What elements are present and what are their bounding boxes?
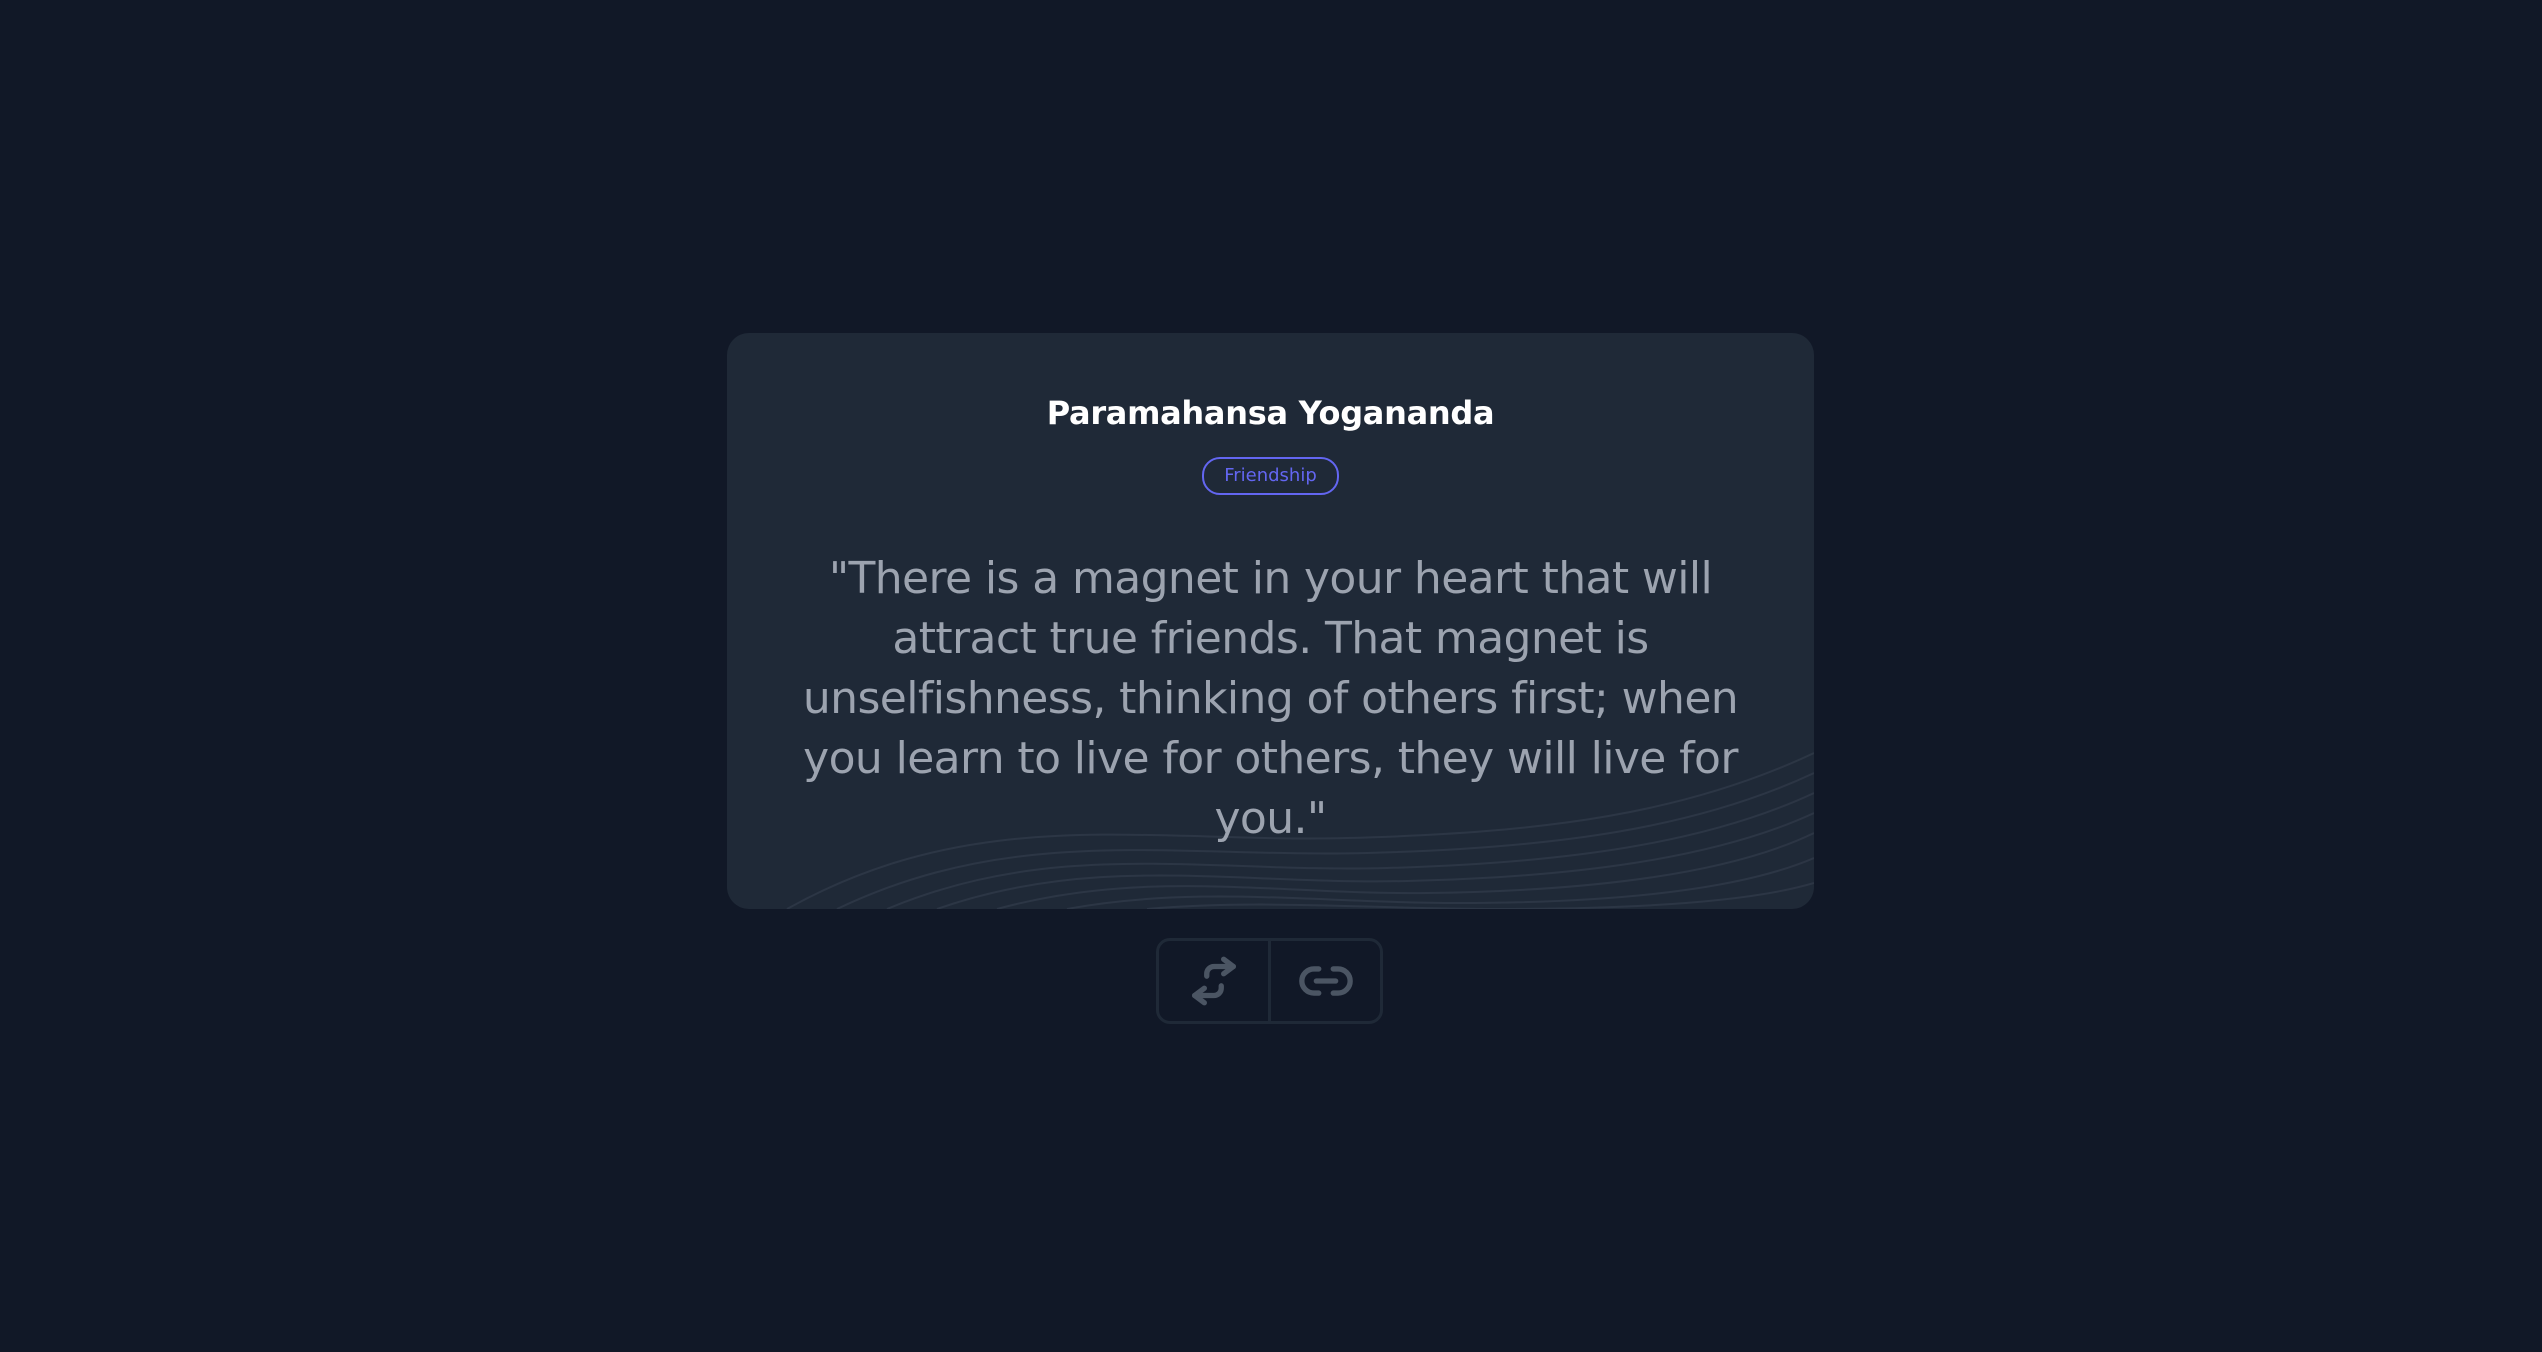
action-bar xyxy=(1156,938,1383,1024)
tag-container: Friendship xyxy=(727,457,1814,495)
quote-text: "There is a magnet in your heart that wi… xyxy=(802,553,1739,844)
new-quote-button[interactable] xyxy=(1159,941,1268,1021)
quote-card: Paramahansa Yogananda Friendship "There … xyxy=(727,333,1814,909)
link-icon xyxy=(1298,966,1353,996)
copy-link-button[interactable] xyxy=(1268,941,1380,1021)
swap-arrows-icon xyxy=(1191,956,1236,1006)
category-tag[interactable]: Friendship xyxy=(1202,457,1339,495)
quote-author: Paramahansa Yogananda xyxy=(1046,394,1495,432)
